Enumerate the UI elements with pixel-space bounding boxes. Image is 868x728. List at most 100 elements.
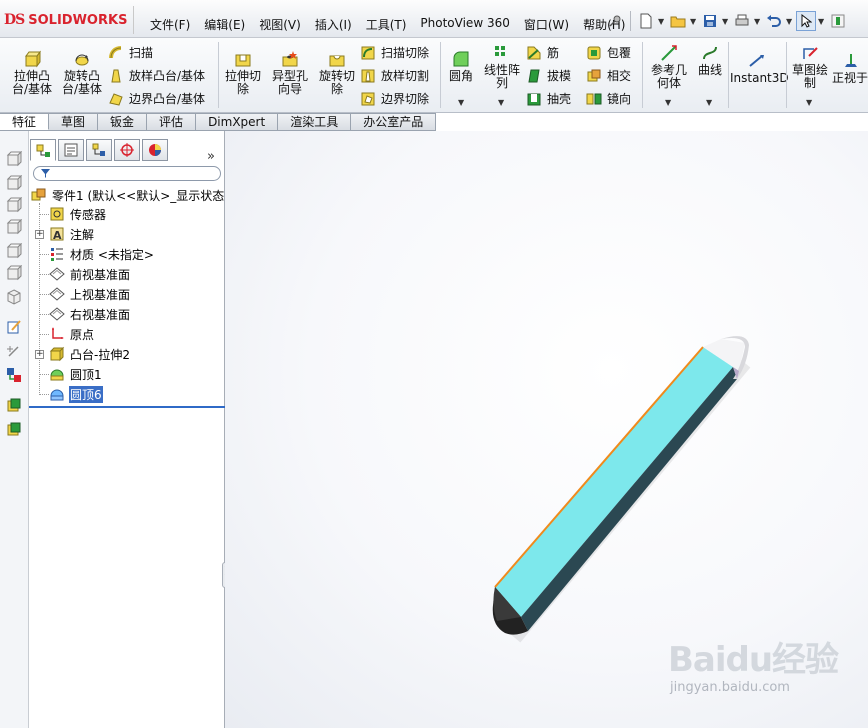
view-right-icon[interactable] (6, 219, 22, 235)
hole-wizard-icon (282, 51, 298, 67)
tree-item-origin[interactable]: 原点 (49, 325, 95, 343)
extrude-cut-button[interactable]: 拉伸切 除 (220, 50, 266, 96)
linear-pattern-button[interactable]: 线性阵 列 (480, 44, 524, 90)
mirror-button[interactable]: 镜向 (586, 90, 631, 107)
menu-window[interactable]: 窗口(W) (517, 16, 576, 33)
boundary-boss-button[interactable]: 边界凸台/基体 (108, 90, 205, 107)
boundary-cut-button[interactable]: 边界切除 (360, 90, 429, 107)
toolbar-separator (630, 11, 631, 31)
tab-features[interactable]: 特征 (0, 113, 50, 130)
curves-button[interactable]: 曲线 (694, 44, 726, 77)
menu-tools[interactable]: 工具(T) (359, 16, 414, 33)
display-manager-icon (149, 144, 161, 156)
intersect-button[interactable]: 相交 (586, 67, 631, 84)
wrap-button[interactable]: 包覆 (586, 44, 631, 61)
view-left-icon[interactable] (6, 197, 22, 213)
tree-item-dome6[interactable]: 圆顶6 (49, 385, 103, 403)
chevron-down-icon[interactable]: ▼ (754, 17, 762, 26)
view-isometric-icon[interactable] (6, 289, 22, 305)
relations-icon[interactable] (6, 367, 22, 383)
extrude-boss-button[interactable]: 拉伸凸 台/基体 (8, 50, 56, 96)
feature-boss-icon[interactable] (6, 397, 22, 413)
tree-item-right-plane[interactable]: 右视基准面 (49, 305, 131, 323)
view-top-icon[interactable] (6, 243, 22, 259)
tree-filter-input[interactable] (33, 166, 221, 181)
chevron-down-icon[interactable]: ▼ (458, 98, 464, 107)
tree-item-top-plane[interactable]: 上视基准面 (49, 285, 131, 303)
open-folder-icon[interactable] (668, 11, 688, 31)
tree-item-boss-extrude2[interactable]: 凸台-拉伸2 (49, 345, 131, 363)
ribbon-separator (786, 42, 787, 108)
menu-insert[interactable]: 插入(I) (308, 16, 359, 33)
loft-cut-button[interactable]: 放样切割 (360, 67, 429, 84)
more-tabs-icon[interactable]: » (207, 149, 215, 164)
draft-button[interactable]: 拔模 (526, 67, 571, 84)
tree-item-dome1[interactable]: 圆顶1 (49, 365, 103, 383)
chevron-down-icon[interactable]: ▼ (806, 98, 812, 107)
fillet-button[interactable]: 圆角 (444, 50, 478, 83)
new-document-icon[interactable] (636, 11, 656, 31)
revolve-cut-button[interactable]: 旋转切 除 (314, 50, 360, 96)
smart-dimension-icon[interactable] (6, 343, 22, 359)
tree-root-part[interactable]: 零件1 (默认<<默认>_显示状态 (31, 186, 225, 204)
view-bottom-icon[interactable] (6, 265, 22, 281)
display-manager-tab[interactable] (142, 139, 168, 161)
sketch-edit-icon[interactable] (6, 319, 22, 335)
view-front-icon[interactable] (6, 151, 22, 167)
rib-button[interactable]: 筋 (526, 44, 559, 61)
sweep-button[interactable]: 扫描 (108, 44, 153, 61)
save-icon[interactable] (700, 11, 720, 31)
loft-boss-button[interactable]: 放样凸台/基体 (108, 67, 205, 84)
tree-item-label: 上视基准面 (70, 287, 131, 302)
tree-item-annotations[interactable]: A 注解 (49, 225, 95, 243)
sweep-cut-button[interactable]: 扫描切除 (360, 44, 429, 61)
rollback-bar[interactable] (29, 406, 225, 408)
chevron-down-icon[interactable]: ▼ (665, 98, 671, 107)
tab-render-tools[interactable]: 渲染工具 (278, 113, 352, 130)
solidworks-logo[interactable]: DS SOLIDWORKS (4, 10, 127, 30)
revolve-cut-icon (329, 55, 345, 67)
tree-item-label: 传感器 (70, 207, 107, 222)
hole-wizard-button[interactable]: 异型孔 向导 (266, 50, 314, 96)
chevron-down-icon[interactable]: ▼ (658, 17, 666, 26)
tab-dimxpert[interactable]: DimXpert (196, 113, 279, 130)
tree-item-material[interactable]: 材质 <未指定> (49, 245, 155, 263)
chevron-down-icon[interactable]: ▼ (690, 17, 698, 26)
menu-view[interactable]: 视图(V) (252, 16, 308, 33)
menu-file[interactable]: 文件(F) (143, 16, 197, 33)
chevron-down-icon[interactable]: ▼ (498, 98, 504, 107)
configuration-manager-tab[interactable] (86, 139, 112, 161)
dimxpert-manager-tab[interactable] (114, 139, 140, 161)
instant3d-button[interactable]: Instant3D (730, 52, 789, 85)
menu-edit[interactable]: 编辑(E) (197, 16, 252, 33)
revolve-boss-button[interactable]: 旋转凸 台/基体 (58, 50, 106, 96)
tab-sketch[interactable]: 草图 (49, 113, 99, 130)
view-back-icon[interactable] (6, 175, 22, 191)
chevron-down-icon[interactable]: ▼ (722, 17, 730, 26)
rebuild-icon[interactable] (828, 11, 848, 31)
undo-icon[interactable] (764, 11, 784, 31)
chevron-down-icon[interactable]: ▼ (818, 17, 826, 26)
tree-item-sensors[interactable]: 传感器 (49, 205, 107, 223)
tab-sheet-metal[interactable]: 钣金 (98, 113, 148, 130)
tree-expand-toggle[interactable]: + (35, 350, 44, 359)
reference-geometry-button[interactable]: 参考几 何体 (646, 44, 692, 90)
annotation-icon: A (50, 227, 64, 242)
menu-photoview[interactable]: PhotoView 360 (413, 16, 516, 33)
pin-icon[interactable] (605, 11, 625, 31)
tree-item-front-plane[interactable]: 前视基准面 (49, 265, 131, 283)
chevron-down-icon[interactable]: ▼ (786, 17, 794, 26)
tab-evaluate[interactable]: 评估 (147, 113, 197, 130)
shell-button[interactable]: 抽壳 (526, 90, 571, 107)
print-icon[interactable] (732, 11, 752, 31)
tab-office-products[interactable]: 办公室产品 (351, 113, 437, 130)
select-cursor-icon[interactable] (796, 11, 816, 31)
feature-cut-icon[interactable] (6, 421, 22, 437)
chevron-down-icon[interactable]: ▼ (706, 98, 712, 107)
sketch-button[interactable]: 草图绘 制 (788, 44, 832, 90)
property-manager-tab[interactable] (58, 139, 84, 161)
tree-expand-toggle[interactable]: + (35, 230, 44, 239)
tree-connector (39, 374, 49, 375)
normal-to-button[interactable]: 正视于 (832, 52, 868, 85)
feature-tree-tab[interactable] (30, 139, 56, 161)
